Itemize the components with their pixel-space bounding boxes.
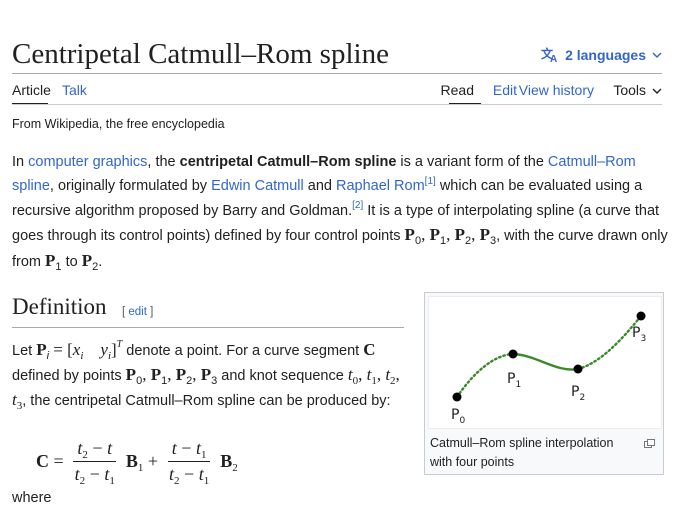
section-heading-definition: Definition: [12, 294, 107, 319]
math-p1: P1: [45, 250, 62, 273]
section-divider: [12, 327, 404, 328]
languages-button[interactable]: 文 A 2 languages: [541, 47, 662, 63]
page-tabs: Article Talk Read Edit View history Tool…: [12, 82, 662, 104]
math-p2: P2: [81, 250, 99, 273]
tools-label: Tools: [613, 82, 646, 98]
spline-segment-p1-p2: [512, 352, 579, 371]
label-p1: P1: [507, 371, 521, 390]
definition-paragraph: Let Pi = [xi yi]T denote a point. For a …: [12, 339, 400, 413]
enlarge-icon[interactable]: [644, 435, 655, 448]
control-point-p2: [573, 364, 583, 374]
tab-read[interactable]: Read: [441, 82, 474, 98]
tools-menu[interactable]: Tools: [613, 82, 662, 98]
section-edit-link[interactable]: [ edit ]: [122, 306, 153, 318]
article-subject: centripetal Catmull–Rom spline: [179, 154, 397, 170]
figure-caption: Catmull–Rom spline interpolation with fo…: [430, 436, 614, 469]
label-p0: P0: [451, 407, 465, 426]
tab-edit[interactable]: Edit: [493, 82, 517, 98]
control-point-p3: [636, 311, 646, 321]
chevron-down-icon: [652, 82, 662, 98]
control-point-p1: [508, 349, 518, 359]
tagline: From Wikipedia, the free encyclopedia: [12, 117, 225, 131]
intro-paragraph: In computer graphics, the centripetal Ca…: [12, 154, 668, 273]
spline-segment-p0-p1: [455, 352, 515, 399]
label-p3: P3: [632, 325, 646, 344]
reference-1[interactable]: [1]: [425, 176, 436, 187]
tabs-divider: [12, 104, 662, 105]
math-points: P0, P1, P2, P3: [125, 365, 218, 388]
languages-label: 2 languages: [565, 47, 646, 63]
link-computer-graphics[interactable]: computer graphics: [28, 154, 147, 170]
control-point-p0: [452, 392, 462, 402]
tab-talk[interactable]: Talk: [62, 82, 87, 98]
translate-icon: 文 A: [541, 47, 559, 63]
link-raphael-rom[interactable]: Raphael Rom: [336, 178, 425, 194]
link-edwin-catmull[interactable]: Edwin Catmull: [211, 178, 304, 194]
spline-segment-p2-p3: [576, 314, 643, 371]
tab-article[interactable]: Article: [12, 82, 51, 98]
page-title: Centripetal Catmull–Rom spline: [12, 38, 389, 70]
where-text: where: [12, 490, 52, 506]
math-formula: C = t2 − t t2 − t1 B1 + t − t1 t2 − t1 B2: [36, 438, 238, 487]
chevron-down-icon: [652, 51, 662, 59]
figure: P0 P1 P2 P3 Catmull–Rom spline interpola…: [424, 292, 664, 475]
reference-2[interactable]: [2]: [352, 200, 363, 211]
figure-image[interactable]: P0 P1 P2 P3: [428, 296, 662, 429]
svg-text:A: A: [550, 54, 557, 63]
math-curve-c: C: [363, 340, 376, 359]
tab-view-history[interactable]: View history: [519, 82, 594, 98]
math-control-points: P0, P1, P2, P3: [404, 225, 497, 248]
title-divider: [12, 73, 662, 74]
label-p2: P2: [571, 384, 585, 403]
spline-diagram: P0 P1 P2 P3: [451, 311, 646, 426]
math-point-def: Pi = [xi yi]T: [36, 339, 123, 362]
